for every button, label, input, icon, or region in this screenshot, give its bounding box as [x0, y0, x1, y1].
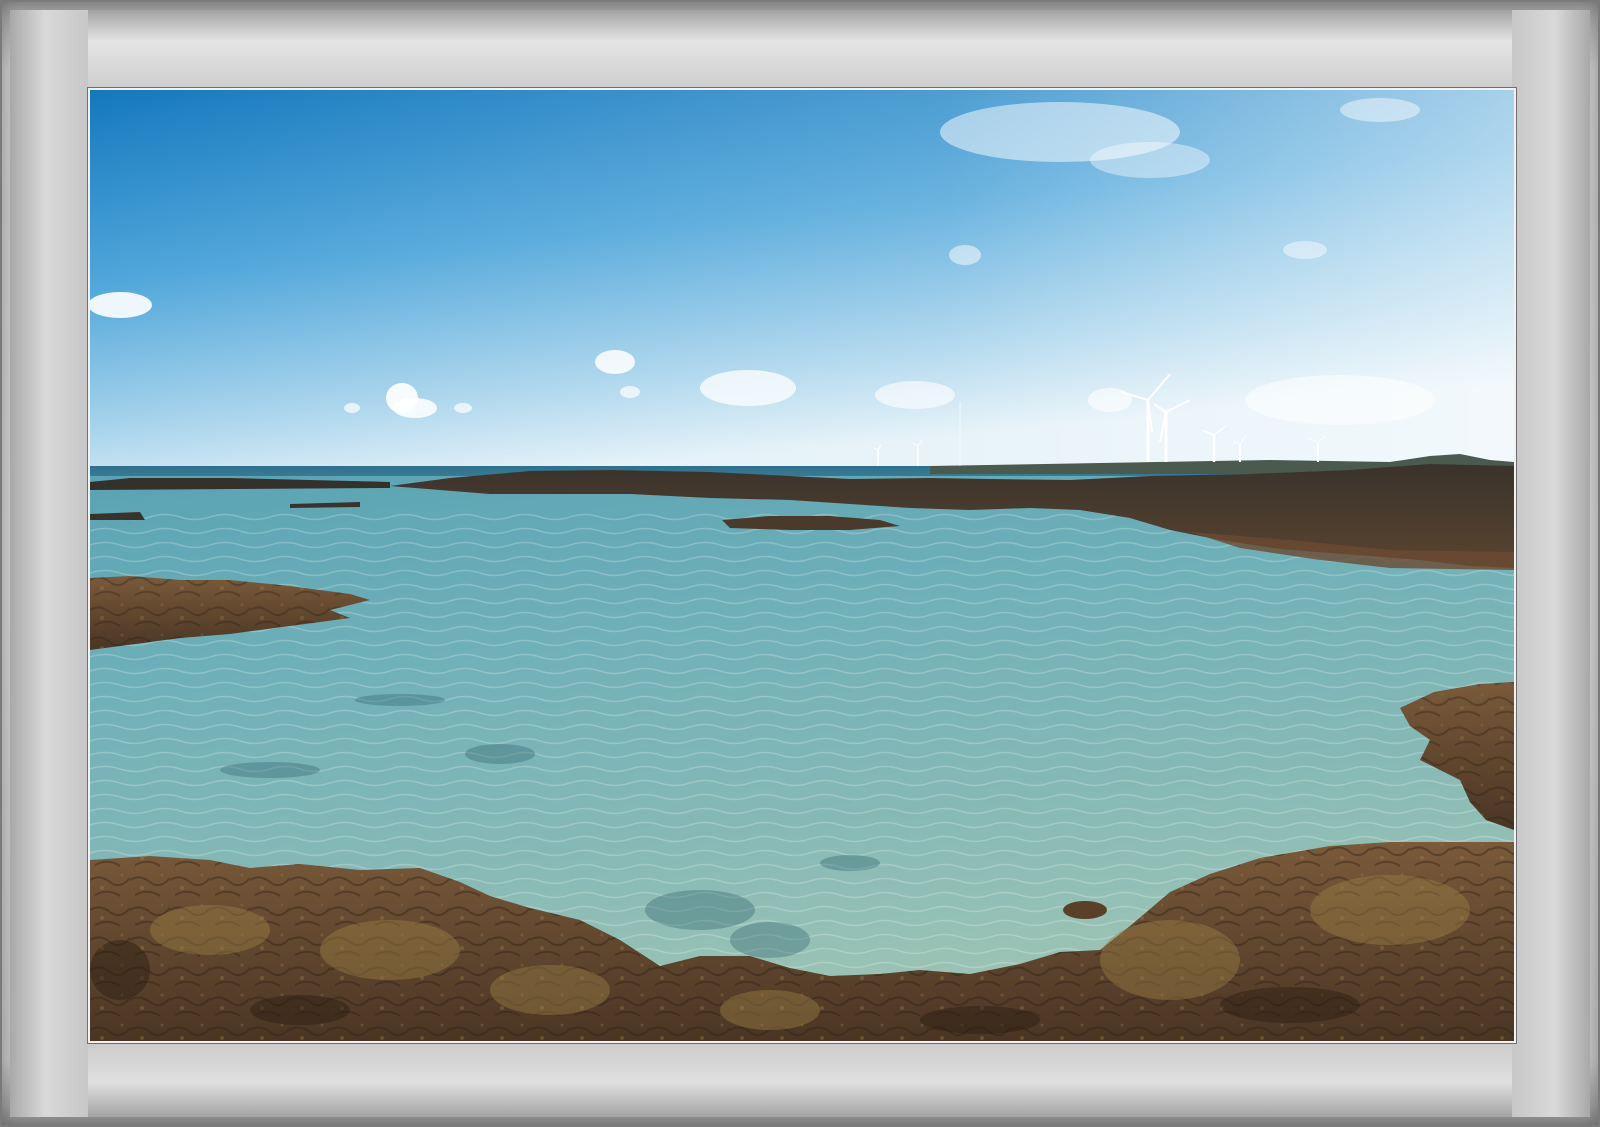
- frame-bevel-left: [10, 10, 88, 1117]
- photo: [88, 88, 1516, 1043]
- frame-bevel-bottom: [10, 1039, 1590, 1117]
- frame-bevel-right: [1512, 10, 1590, 1117]
- frame-bevel-top: [10, 10, 1590, 88]
- coastal-scene: [90, 90, 1514, 1041]
